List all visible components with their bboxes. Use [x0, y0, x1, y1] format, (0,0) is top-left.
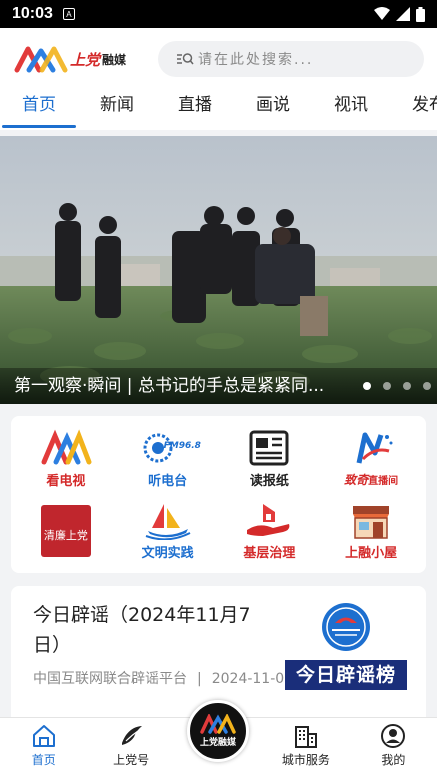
rumor-platform-logo-icon	[322, 603, 370, 651]
service-grassroots[interactable]: 基层治理	[219, 495, 321, 568]
profile-icon	[381, 724, 406, 748]
center-button-label: 上党融媒	[199, 738, 236, 748]
center-logo-icon	[200, 714, 236, 734]
news-thumbnail: 今日辟谣榜	[285, 600, 407, 692]
tab-news[interactable]: 新闻	[78, 86, 156, 130]
nav-label: 首页	[31, 753, 56, 767]
banner-photo	[0, 136, 437, 404]
banner-pager	[363, 382, 431, 390]
nav-label: 城市服务	[281, 753, 330, 767]
live-room-icon	[356, 432, 393, 464]
service-civilization[interactable]: 文明实践	[117, 495, 219, 568]
radio-fm968-icon: FM96.8	[142, 428, 201, 468]
pager-dot[interactable]	[363, 382, 371, 390]
clean-gov-seal-icon: 清廉上党	[40, 504, 91, 557]
grassroots-hand-house-icon	[247, 504, 290, 537]
notification-icon: A	[62, 8, 75, 20]
tab-live[interactable]: 直播	[156, 86, 234, 130]
service-label: 听电台	[148, 473, 188, 489]
tab-video[interactable]: 视讯	[312, 86, 390, 130]
app-header: 上党 融媒 请在此处搜索...	[0, 28, 437, 86]
app-logo[interactable]: 上党 融媒	[14, 42, 132, 76]
nav-label: 我的	[381, 753, 406, 767]
logo-subtext: 融媒	[102, 52, 127, 67]
city-buildings-icon	[294, 726, 317, 748]
nav-mine[interactable]: 我的	[350, 718, 437, 776]
pager-dot[interactable]	[423, 382, 431, 390]
radio-badge: FM96.8	[163, 440, 201, 451]
home-icon	[32, 725, 55, 747]
store-hut-icon	[353, 506, 390, 539]
status-time: 10:03	[12, 5, 53, 22]
civilization-boat-icon	[145, 504, 191, 541]
search-placeholder: 请在此处搜索...	[198, 52, 314, 68]
nav-city-service[interactable]: 城市服务	[262, 718, 349, 776]
nav-label: 上党号	[113, 753, 150, 767]
service-label: 上融小屋	[345, 546, 398, 562]
service-label: 读报纸	[249, 473, 289, 489]
wifi-icon	[374, 7, 390, 20]
service-live-room[interactable]: 致奇直播间	[320, 422, 422, 495]
newspaper-icon	[249, 430, 289, 466]
news-date: 2024-11-07	[211, 671, 294, 687]
tv-logo-icon	[41, 429, 92, 465]
logo-text: 上党	[70, 50, 101, 69]
service-label: 致奇直播间	[344, 472, 399, 487]
logo-mark-icon	[14, 46, 68, 73]
search-input[interactable]: 请在此处搜索...	[158, 41, 424, 77]
tab-picture[interactable]: 画说	[234, 86, 312, 130]
tab-release[interactable]: 发布	[390, 86, 437, 130]
service-listen-radio[interactable]: FM96.8 听电台	[117, 422, 219, 495]
news-source: 中国互联网联合辟谣平台	[33, 671, 187, 687]
signal-icon	[396, 7, 410, 21]
status-bar: 10:03 A	[0, 0, 437, 28]
service-label: 基层治理	[243, 546, 296, 562]
banner-carousel[interactable]: 第一观察·瞬间 | 总书记的手总是紧紧同...	[0, 136, 437, 404]
service-watch-tv[interactable]: 看电视	[15, 422, 117, 495]
shangdang-feather-icon	[122, 726, 143, 745]
service-store-hut[interactable]: 上融小屋	[320, 495, 422, 568]
nav-home[interactable]: 首页	[0, 718, 87, 776]
pager-dot[interactable]	[403, 382, 411, 390]
channel-tabs: 首页 新闻 直播 画说 视讯 发布	[0, 86, 437, 130]
battery-icon	[416, 6, 425, 22]
news-title: 今日辟谣（2024年11月7日）	[33, 604, 251, 656]
tab-home[interactable]: 首页	[0, 86, 78, 130]
thumb-text: 今日辟谣榜	[285, 660, 407, 690]
service-clean-gov[interactable]: 清廉上党	[15, 495, 117, 568]
search-icon	[177, 53, 194, 65]
news-meta: 中国互联网联合辟谣平台 | 2024-11-07	[33, 671, 294, 687]
service-label: 文明实践	[141, 546, 194, 562]
center-media-button[interactable]: 上党融媒	[187, 700, 249, 762]
service-read-newspaper[interactable]: 读报纸	[219, 422, 321, 495]
service-label: 看电视	[46, 473, 86, 489]
pager-dot[interactable]	[383, 382, 391, 390]
service-grid: 看电视 FM96.8 听电台 读报纸 致奇直播间 清廉上党 文明实践 基层治理 …	[11, 416, 426, 573]
nav-shangdang-hao[interactable]: 上党号	[87, 718, 174, 776]
